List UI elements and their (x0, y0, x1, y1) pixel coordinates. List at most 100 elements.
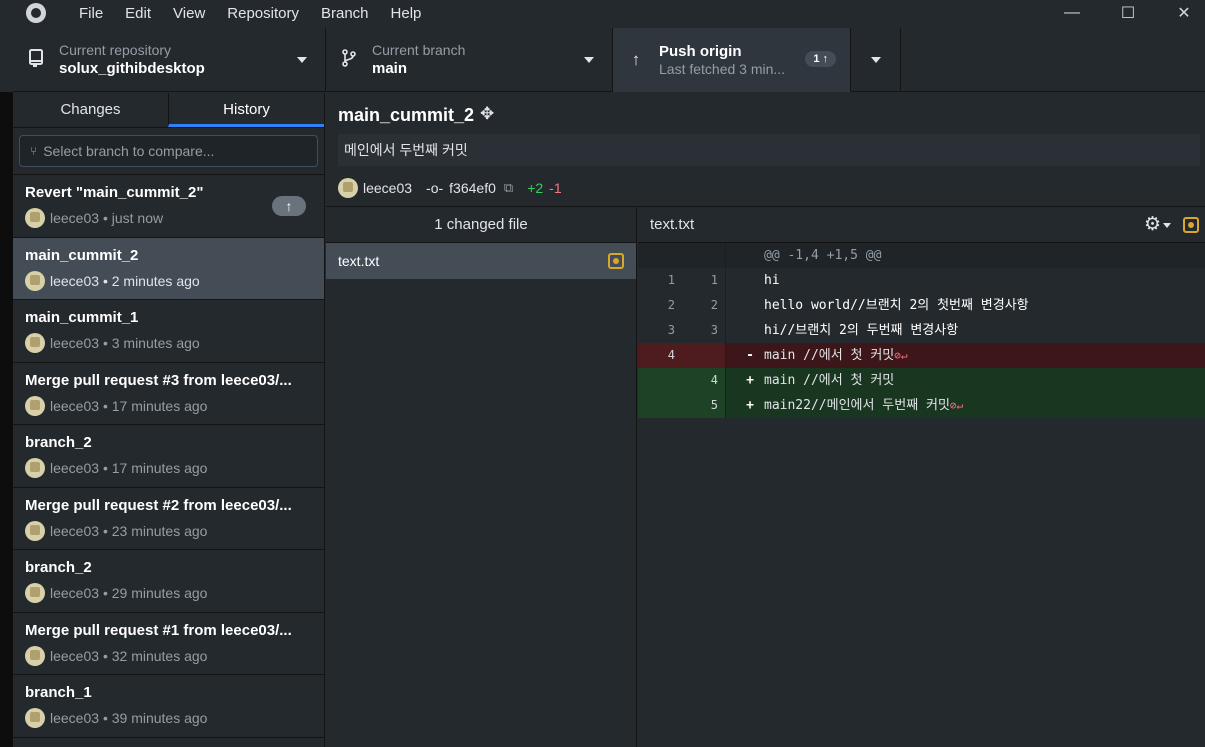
diff-lines: @@ -1,4 +1,5 @@ 1 1 hi 2 2 hello world//브랜치 … (638, 243, 1205, 418)
diff-hunk-header: @@ -1,4 +1,5 @@ (638, 243, 1205, 268)
changed-files-header: 1 changed file (326, 207, 636, 243)
commit-time: • 3 minutes ago (102, 335, 200, 351)
commit-title: Merge pull request #2 from leece03/... (25, 496, 292, 514)
repo-icon (27, 48, 45, 72)
commit-author: leece03 (50, 460, 100, 476)
menu-file[interactable]: File (68, 5, 114, 22)
commit-title: main_cummit_2 (25, 246, 139, 264)
repo-label: Current repository (59, 42, 172, 58)
branch-name: main (372, 60, 408, 77)
tab-changes[interactable]: Changes (13, 93, 168, 127)
diff-file-name: text.txt (650, 216, 695, 233)
push-dropdown-button[interactable] (851, 28, 901, 92)
avatar (25, 583, 45, 603)
avatar (25, 708, 45, 728)
avatar (25, 333, 45, 353)
current-branch-button[interactable]: Current branch main (326, 28, 613, 92)
commit-author: leece03 (50, 397, 100, 414)
current-repository-button[interactable]: Current repository solux_githibdesktop (13, 28, 326, 92)
commit-author: leece03 (50, 710, 100, 726)
commit-sha: f364ef0 (449, 180, 496, 196)
file-name: text.txt (338, 253, 380, 269)
no-newline-icon: ⊘↵ (949, 399, 964, 412)
gear-icon[interactable]: ⚙ (1144, 213, 1161, 236)
menu-help[interactable]: Help (380, 5, 433, 22)
commit-author: leece03 (50, 272, 100, 289)
diff-line-context[interactable]: 1 1 hi (638, 268, 1205, 293)
diff-panel: text.txt ⚙ @@ -1,4 +1,5 @@ 1 1 hi 2 2 hello … (638, 206, 1205, 747)
branch-icon (340, 48, 358, 72)
chevron-down-icon (584, 57, 594, 63)
background-window-strip (0, 92, 13, 747)
branch-label: Current branch (372, 42, 466, 58)
commit-item[interactable]: branch_1 leece03 • 39 minutes ago (13, 675, 324, 738)
commit-item[interactable]: main_cummit_2 leece03 • 2 minutes ago (13, 237, 324, 300)
arrow-up-icon: ↑ (631, 50, 641, 69)
commit-item[interactable]: branch_2 leece03 • 29 minutes ago (13, 550, 324, 613)
commit-title: branch_2 (25, 559, 92, 576)
commit-title: main_cummit_1 (25, 309, 139, 326)
deletions-count: -1 (549, 180, 562, 196)
push-origin-button[interactable]: ↑ Push origin Last fetched 3 min... 1 ↑ (613, 28, 851, 92)
expand-icon[interactable]: ✥ (480, 104, 494, 124)
tab-history[interactable]: History (168, 93, 324, 127)
maximize-button[interactable]: ☐ (1100, 0, 1156, 26)
additions-count: +2 (527, 180, 544, 196)
commit-time: • 23 minutes ago (102, 522, 208, 539)
menu-view[interactable]: View (162, 5, 216, 22)
push-label: Push origin (659, 43, 742, 60)
copy-icon[interactable]: ⧉ (504, 180, 513, 196)
commit-title: branch_2 (25, 434, 92, 451)
commit-author: leece03 (363, 180, 413, 196)
file-modified-icon (1183, 217, 1199, 233)
avatar (25, 520, 45, 541)
changed-files-panel: 1 changed file text.txt (326, 206, 637, 747)
minimize-button[interactable]: — (1044, 0, 1100, 26)
diff-line-context[interactable]: 3 3 hi//브랜치 2의 두번째 변경사항 (638, 318, 1205, 343)
commit-item[interactable]: branch_2 leece03 • 17 minutes ago (13, 425, 324, 488)
commit-meta: leece03 -o- f364ef0 ⧉ +2 -1 (338, 178, 562, 198)
commit-title: Revert "main_cummit_2" (25, 184, 204, 201)
commit-item[interactable]: Revert "main_cummit_2" leece03 • just no… (13, 175, 324, 238)
commit-item[interactable]: Merge pull request #1 from leece03/... l… (13, 613, 324, 675)
avatar (25, 458, 45, 478)
chevron-down-icon (870, 57, 881, 63)
commit-author: leece03 (50, 210, 100, 226)
repo-name: solux_githibdesktop (59, 60, 205, 77)
chevron-down-icon[interactable] (1163, 223, 1171, 228)
commit-item[interactable]: main_cummit_1 leece03 • 3 minutes ago (13, 300, 324, 363)
avatar (25, 208, 45, 228)
diff-header: text.txt ⚙ (638, 207, 1205, 243)
commit-details: main_cummit_2 ✥ 메인에서 두번째 커밋 leece03 -o- … (326, 93, 1205, 747)
close-button[interactable]: ✕ (1156, 0, 1205, 26)
commit-time: • 17 minutes ago (102, 397, 208, 414)
diff-line-added[interactable]: 5 + main22//메인에서 두번째 커밋 ⊘↵ (638, 393, 1205, 418)
avatar (25, 395, 45, 416)
commit-item[interactable]: Merge pull request #2 from leece03/... l… (13, 488, 324, 550)
menu-branch[interactable]: Branch (310, 5, 380, 22)
branch-compare-input[interactable]: ⑂ Select branch to compare... (19, 135, 318, 167)
commit-icon: -o- (426, 180, 444, 196)
title-bar: File Edit View Repository Branch Help — … (0, 0, 1205, 26)
commit-title: branch_1 (25, 684, 92, 701)
diff-line-deleted[interactable]: 4- main //에서 첫 커밋 ⊘↵ (638, 343, 1205, 368)
diff-line-added[interactable]: 4 + main //에서 첫 커밋 (638, 368, 1205, 393)
commit-time: • 17 minutes ago (102, 460, 208, 476)
branch-compare-placeholder: Select branch to compare... (43, 143, 215, 159)
last-fetched-text: Last fetched 3 min... (659, 61, 786, 77)
commit-title: Merge pull request #1 from leece03/... (25, 621, 292, 639)
commit-author: leece03 (50, 647, 100, 664)
menu-repository[interactable]: Repository (216, 5, 310, 22)
file-item[interactable]: text.txt (326, 243, 636, 279)
diff-line-context[interactable]: 2 2 hello world//브랜치 2의 첫번째 변경사항 (638, 293, 1205, 318)
sidebar: Changes History ⑂ Select branch to compa… (13, 93, 325, 747)
menu-edit[interactable]: Edit (114, 5, 162, 22)
avatar (25, 645, 45, 666)
commit-time: • 39 minutes ago (102, 710, 208, 726)
sidebar-tabs: Changes History (13, 93, 324, 128)
file-modified-icon (608, 253, 624, 269)
chevron-down-icon (297, 57, 307, 63)
commit-item[interactable]: Merge pull request #3 from leece03/... l… (13, 363, 324, 425)
commit-time: • just now (102, 210, 164, 226)
avatar (338, 178, 358, 198)
